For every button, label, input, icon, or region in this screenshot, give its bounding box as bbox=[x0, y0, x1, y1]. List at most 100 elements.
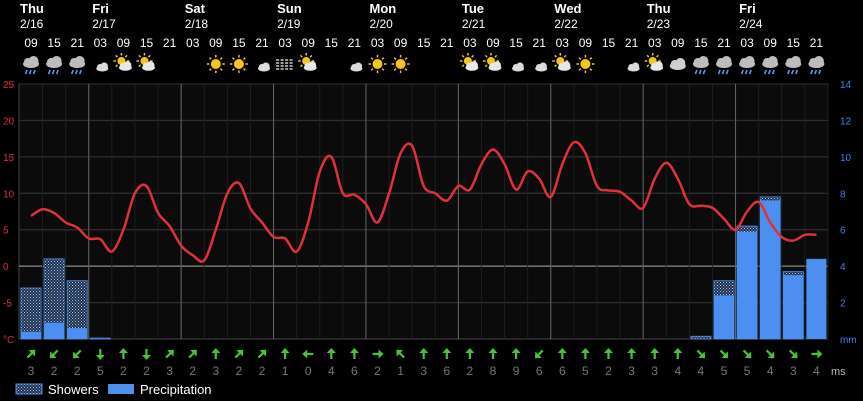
sun-ray bbox=[309, 54, 313, 58]
rain-drop bbox=[698, 69, 702, 75]
hour-label: 21 bbox=[348, 36, 362, 50]
sun-ray bbox=[381, 57, 385, 60]
sun-disc bbox=[210, 59, 221, 69]
cloud-puff bbox=[308, 61, 317, 70]
wind-arrow-icon bbox=[396, 349, 405, 359]
day-name: Sat bbox=[185, 1, 206, 16]
hour-label: 15 bbox=[509, 36, 523, 50]
wind-arrow-icon bbox=[511, 348, 521, 359]
sun-ray bbox=[563, 54, 567, 58]
wind-speed-label: 4 bbox=[813, 364, 820, 378]
moon-cloud-icon bbox=[509, 56, 525, 72]
legend-showers-swatch bbox=[15, 383, 43, 395]
sun-icon bbox=[391, 55, 410, 73]
hour-label: 15 bbox=[602, 36, 616, 50]
precipitation-bar bbox=[806, 258, 827, 339]
day-name: Fri bbox=[92, 1, 109, 16]
cloud-puff bbox=[123, 61, 132, 70]
temperature-tick-label: 10 bbox=[3, 189, 15, 200]
cloud-puff bbox=[354, 62, 363, 70]
rain-drop bbox=[763, 69, 767, 75]
sun-ray bbox=[208, 68, 212, 71]
day-date: 2/20 bbox=[370, 17, 394, 31]
sun-ray bbox=[232, 68, 235, 71]
cloud-rain-icon bbox=[808, 56, 825, 75]
cloud-rain-icon bbox=[692, 56, 709, 75]
cloud-puff bbox=[654, 61, 663, 70]
sun-ray bbox=[589, 57, 593, 60]
wind-arrow-icon bbox=[372, 349, 384, 359]
sun-ray bbox=[300, 54, 303, 58]
sun-ray bbox=[404, 68, 408, 71]
sun-ray bbox=[138, 64, 142, 68]
wind-speed-label: 2 bbox=[259, 364, 266, 378]
wind-arrow-icon bbox=[349, 348, 359, 359]
precipitation-bar bbox=[783, 275, 804, 339]
cloud-rain-icon bbox=[23, 56, 39, 75]
sun-ray bbox=[471, 54, 475, 58]
wind-arrow-icon bbox=[188, 349, 197, 359]
temperature-tick-label: 25 bbox=[3, 80, 15, 91]
hour-label: 21 bbox=[810, 36, 824, 50]
wind-arrow-icon bbox=[557, 348, 567, 359]
hour-label: 09 bbox=[302, 36, 316, 50]
rain-drop bbox=[740, 69, 744, 75]
wind-arrow-icon bbox=[49, 349, 59, 359]
rain-drop bbox=[74, 69, 78, 75]
legend-showers-label: Showers bbox=[48, 382, 99, 397]
rain-drop bbox=[70, 69, 74, 75]
hour-label: 21 bbox=[717, 36, 731, 50]
day-date: 2/22 bbox=[554, 17, 578, 31]
wind-speed-label: 4 bbox=[674, 364, 681, 378]
precipitation-tick-label: 2 bbox=[840, 299, 846, 310]
rain-drop bbox=[748, 69, 752, 75]
wind-arrow-head bbox=[326, 348, 336, 353]
wind-arrow-icon bbox=[580, 348, 590, 359]
wind-arrow-head bbox=[557, 348, 567, 353]
sun-cloud-icon bbox=[136, 53, 155, 71]
wind-speed-label: 6 bbox=[536, 364, 543, 378]
wind-arrow-icon bbox=[534, 349, 544, 359]
wind-speed-label: 6 bbox=[351, 364, 358, 378]
sun-ray bbox=[646, 64, 650, 68]
rain-drop bbox=[814, 69, 818, 75]
precipitation-tick-label: 12 bbox=[840, 116, 852, 127]
hour-label: 09 bbox=[394, 36, 408, 50]
hour-label: 21 bbox=[440, 36, 454, 50]
wind-arrow-icon bbox=[442, 348, 452, 359]
wind-arrow-icon bbox=[211, 348, 221, 359]
cloud-puff bbox=[790, 56, 801, 66]
wind-arrow-icon bbox=[465, 348, 475, 359]
hour-label: 21 bbox=[625, 36, 639, 50]
wind-arrow-icon bbox=[326, 348, 336, 359]
cloud-puff bbox=[767, 56, 778, 66]
wind-speed-label: 3 bbox=[790, 364, 797, 378]
sun-ray bbox=[381, 68, 385, 71]
sun-disc bbox=[580, 59, 591, 69]
precipitation-tick-label: 6 bbox=[840, 226, 846, 237]
moon-shape bbox=[602, 56, 611, 72]
sun-icon bbox=[206, 55, 225, 73]
day-name: Sun bbox=[277, 1, 302, 16]
wind-speed-label: 5 bbox=[97, 364, 104, 378]
rain-drop bbox=[791, 69, 795, 75]
sun-cloud-icon bbox=[644, 53, 664, 71]
wind-arrow-head bbox=[604, 348, 613, 353]
precipitation-bar bbox=[737, 231, 758, 339]
wind-arrow-head bbox=[302, 349, 308, 359]
cloud-icon bbox=[669, 58, 686, 70]
cloud-puff bbox=[469, 61, 478, 70]
wind-speed-label: 5 bbox=[721, 364, 728, 378]
hour-label: 03 bbox=[463, 36, 477, 50]
sun-ray bbox=[554, 54, 557, 58]
wind-speed-label: 4 bbox=[328, 364, 335, 378]
sun-ray bbox=[115, 64, 119, 68]
wind-speed-label: 3 bbox=[651, 364, 658, 378]
hour-label: 09 bbox=[209, 36, 223, 50]
sun-ray bbox=[219, 57, 223, 60]
sun-disc bbox=[372, 59, 383, 69]
cloud-rain-icon bbox=[762, 56, 779, 75]
moon-cloud-icon bbox=[348, 56, 363, 72]
sun-ray bbox=[656, 54, 659, 58]
wind-arrow-head bbox=[465, 348, 475, 353]
